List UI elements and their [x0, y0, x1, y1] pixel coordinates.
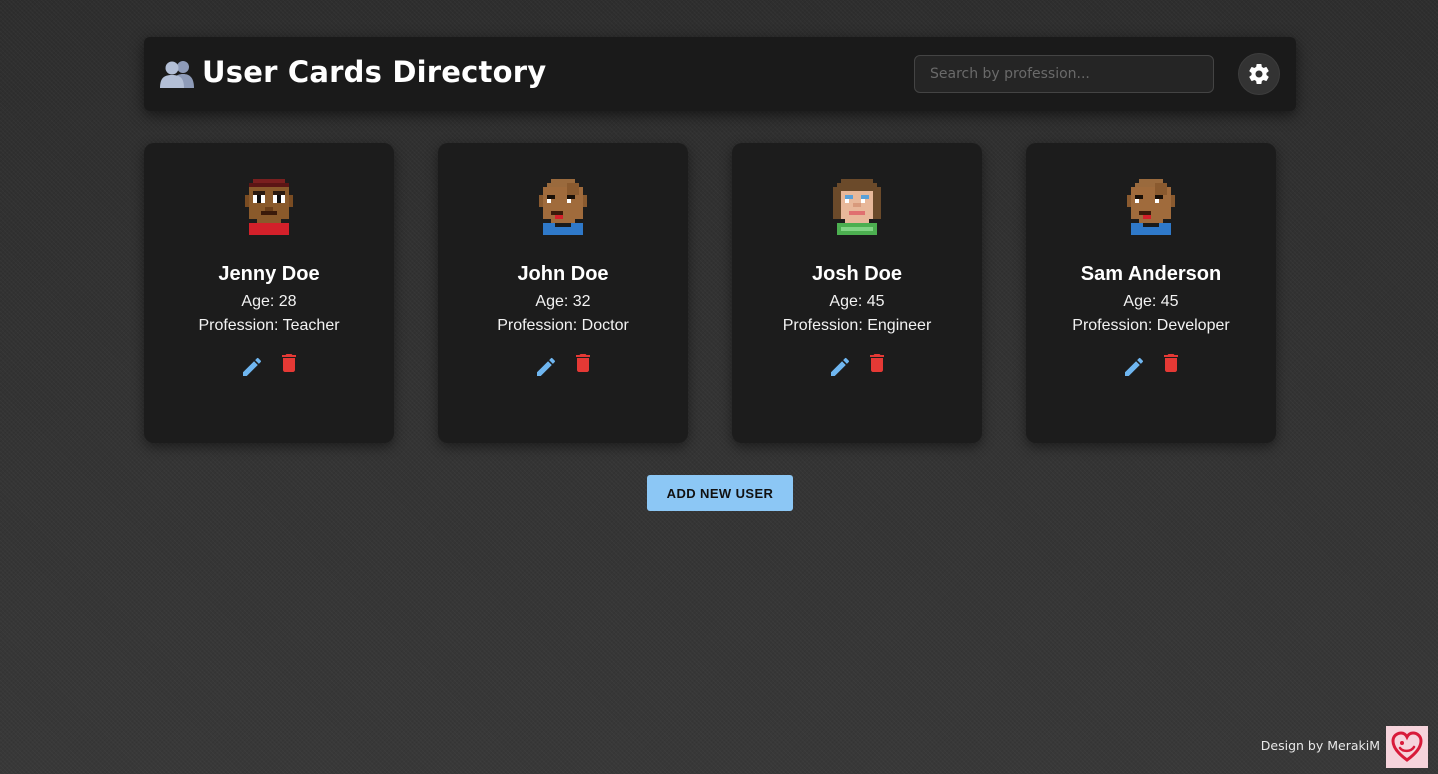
user-name: John Doe: [517, 263, 609, 285]
header-bar: User Cards Directory: [144, 37, 1296, 111]
pencil-icon[interactable]: [828, 355, 852, 379]
user-age: Age: 45: [1123, 293, 1179, 310]
user-avatar: [245, 179, 293, 235]
search-input[interactable]: [914, 55, 1214, 93]
user-avatar: [1127, 179, 1175, 235]
user-avatar: [833, 179, 881, 235]
user-profession: Profession: Engineer: [782, 317, 932, 334]
theme-toggle-button[interactable]: [1238, 53, 1280, 95]
gear-icon: [1249, 64, 1269, 84]
trash-icon[interactable]: [865, 351, 889, 375]
user-name: Jenny Doe: [218, 263, 320, 285]
trash-icon[interactable]: [571, 351, 595, 375]
user-card: Josh Doe Age: 45 Profession: Engineer: [732, 143, 982, 443]
user-avatar: [539, 179, 587, 235]
footer-credit: Design by MerakiM: [1260, 738, 1380, 753]
user-age: Age: 28: [241, 293, 297, 310]
pencil-icon[interactable]: [240, 355, 264, 379]
merakim-logo[interactable]: [1386, 726, 1428, 768]
user-profession: Profession: Developer: [1072, 317, 1230, 334]
user-card: Jenny Doe Age: 28 Profession: Teacher: [144, 143, 394, 443]
page-title: User Cards Directory: [202, 55, 547, 89]
users-icon: [160, 61, 194, 88]
user-name: Sam Anderson: [1080, 263, 1222, 285]
trash-icon[interactable]: [1159, 351, 1183, 375]
pencil-icon[interactable]: [534, 355, 558, 379]
user-card: John Doe Age: 32 Profession: Doctor: [438, 143, 688, 443]
user-card: Sam Anderson Age: 45 Profession: Develop…: [1026, 143, 1276, 443]
user-name: Josh Doe: [811, 263, 903, 285]
pencil-icon[interactable]: [1122, 355, 1146, 379]
user-profession: Profession: Doctor: [497, 317, 629, 334]
trash-icon[interactable]: [277, 351, 301, 375]
user-age: Age: 45: [829, 293, 885, 310]
add-user-button[interactable]: ADD NEW USER: [647, 475, 793, 511]
heart-logo-icon: [1391, 731, 1423, 762]
user-profession: Profession: Teacher: [198, 317, 340, 334]
user-age: Age: 32: [535, 293, 591, 310]
